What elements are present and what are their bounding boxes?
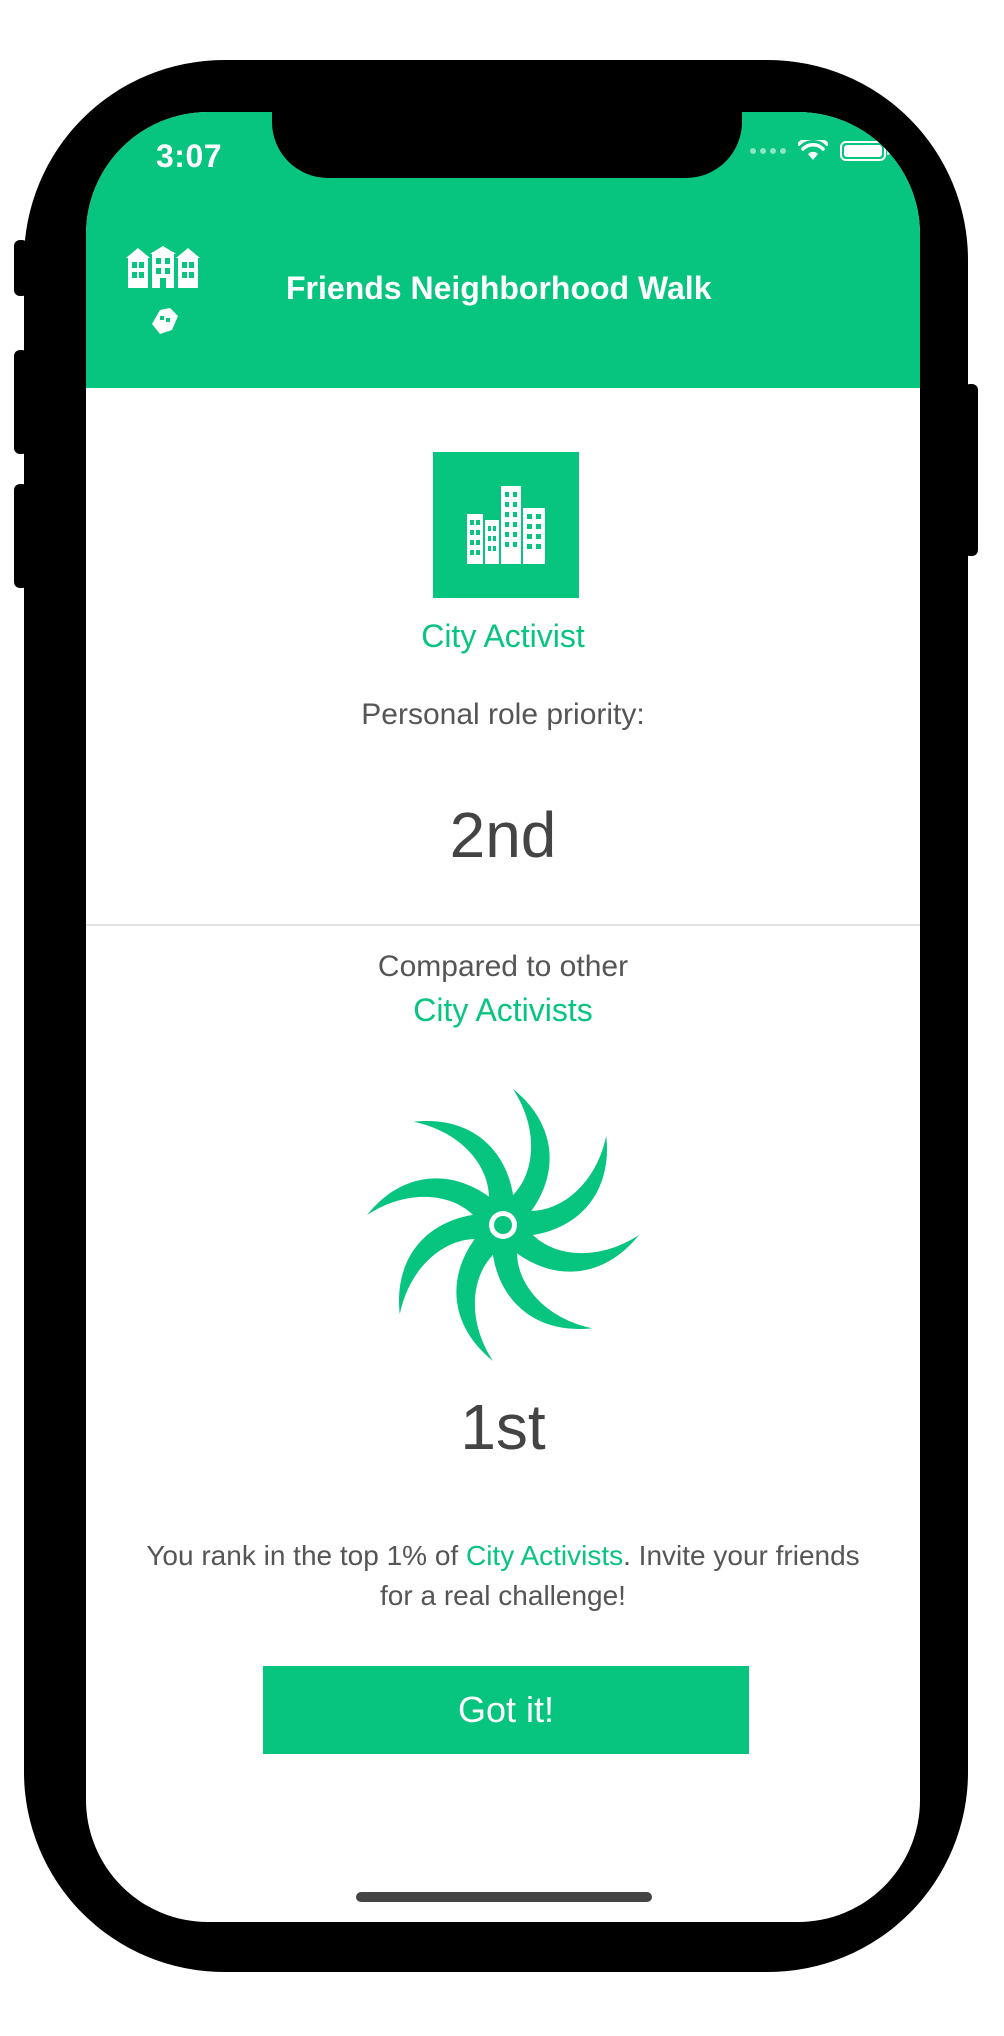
got-it-button[interactable]: Got it! <box>263 1666 749 1754</box>
priority-label: Personal role priority: <box>361 698 645 731</box>
city-buildings-icon <box>467 486 545 564</box>
app-screen: 3:07 Friends Neighborhood Walk City Acti… <box>86 112 920 1922</box>
notch <box>272 112 742 178</box>
comparison-group: City Activists <box>413 992 593 1028</box>
home-indicator[interactable] <box>356 1892 652 1902</box>
rank-message-prefix: You rank in the top 1% of <box>146 1540 466 1571</box>
rank-message: You rank in the top 1% of City Activists… <box>146 1536 860 1616</box>
battery-icon <box>840 141 890 161</box>
app-header: 3:07 Friends Neighborhood Walk <box>86 112 920 388</box>
divider <box>86 924 920 926</box>
role-name: City Activist <box>421 618 585 654</box>
status-time: 3:07 <box>156 138 223 174</box>
role-badge <box>433 452 579 598</box>
page-title: Friends Neighborhood Walk <box>286 270 712 306</box>
swirl-badge-icon <box>367 1089 639 1361</box>
neighborhood-buildings-icon[interactable] <box>126 246 200 338</box>
status-icons <box>750 140 890 162</box>
signal-icon <box>750 148 786 154</box>
rank-value: 1st <box>460 1391 546 1463</box>
comparison-label: Compared to other <box>377 950 629 983</box>
wifi-icon <box>798 140 828 160</box>
rank-message-group: City Activists <box>465 1540 624 1571</box>
priority-value: 2nd <box>449 799 557 871</box>
stage: 3:07 Friends Neighborhood Walk City Acti… <box>0 0 1004 2036</box>
